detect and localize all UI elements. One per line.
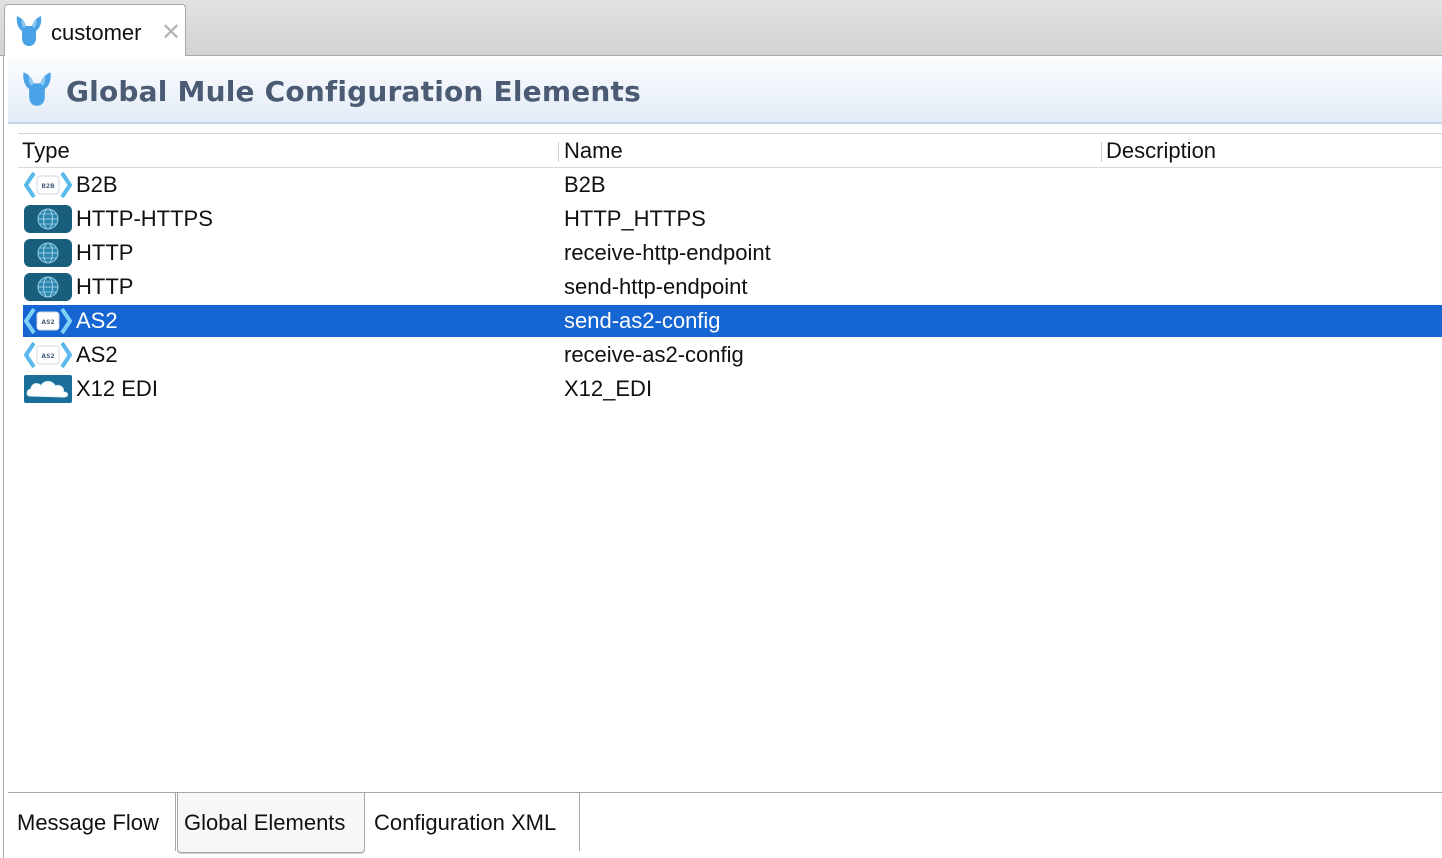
- editor-bottom-tabs: Message Flow Global Elements Configurati…: [8, 792, 1442, 858]
- mule-icon: [14, 14, 44, 53]
- cell-name: receive-as2-config: [564, 342, 744, 367]
- globe-icon: [24, 205, 72, 233]
- cell-name: B2B: [564, 172, 606, 197]
- b2b-icon: B2B: [23, 171, 73, 199]
- cell-type: HTTP: [76, 274, 134, 299]
- cell-type: AS2: [76, 308, 118, 333]
- cell-name: send-http-endpoint: [564, 274, 748, 299]
- tab-message-flow[interactable]: Message Flow: [8, 793, 176, 851]
- editor-tab-customer[interactable]: customer ✕: [4, 4, 186, 57]
- mule-icon: [20, 70, 54, 113]
- column-divider[interactable]: [1101, 142, 1102, 162]
- close-icon[interactable]: ✕: [160, 21, 182, 45]
- as2-icon: AS2: [23, 307, 73, 335]
- as2-icon: AS2: [23, 341, 73, 369]
- globe-icon: [24, 239, 72, 267]
- table-row[interactable]: X12 EDI X12_EDI: [18, 373, 1442, 405]
- cell-type: B2B: [76, 172, 118, 197]
- svg-text:AS2: AS2: [41, 353, 54, 360]
- table-row[interactable]: B2B B2B B2B: [18, 169, 1442, 201]
- cell-name: HTTP_HTTPS: [564, 206, 706, 231]
- row-selection-edge: [18, 305, 23, 337]
- table-header: Type Name Description: [18, 134, 1442, 168]
- page-title: Global Mule Configuration Elements: [66, 75, 641, 108]
- tab-label: Message Flow: [17, 810, 159, 835]
- table-row[interactable]: HTTP receive-http-endpoint: [18, 237, 1442, 269]
- cell-name: receive-http-endpoint: [564, 240, 771, 265]
- column-header-description[interactable]: Description: [1106, 138, 1216, 164]
- tab-global-elements[interactable]: Global Elements: [177, 793, 365, 853]
- tab-configuration-xml[interactable]: Configuration XML: [366, 793, 580, 851]
- cell-name: X12_EDI: [564, 376, 653, 401]
- cell-name: send-as2-config: [564, 308, 721, 333]
- cloud-icon: [24, 375, 72, 403]
- svg-text:B2B: B2B: [41, 183, 55, 190]
- global-elements-table[interactable]: Type Name Description B2B B2B B2B HTTP-H…: [18, 133, 1442, 784]
- column-header-name[interactable]: Name: [564, 138, 623, 164]
- table-row[interactable]: HTTP send-http-endpoint: [18, 271, 1442, 303]
- tab-label: Configuration XML: [374, 810, 557, 835]
- table-row[interactable]: HTTP-HTTPS HTTP_HTTPS: [18, 203, 1442, 235]
- editor-tab-bar: customer ✕: [0, 0, 1442, 57]
- cell-type: HTTP-HTTPS: [76, 206, 213, 231]
- cell-type: HTTP: [76, 240, 134, 265]
- column-divider[interactable]: [558, 142, 559, 162]
- tab-label: Global Elements: [184, 810, 346, 835]
- editor-tab-label: customer: [51, 20, 142, 45]
- table-row-selected[interactable]: AS2 AS2 send-as2-config: [18, 305, 1442, 337]
- mule-editor-window: customer ✕ Global Mule Configuration Ele…: [0, 0, 1442, 858]
- globe-icon: [24, 273, 72, 301]
- column-header-type[interactable]: Type: [22, 138, 70, 164]
- cell-type: X12 EDI: [76, 376, 158, 401]
- section-header: Global Mule Configuration Elements: [8, 60, 1442, 124]
- cell-type: AS2: [76, 342, 118, 367]
- table-row[interactable]: AS2 AS2 receive-as2-config: [18, 339, 1442, 371]
- svg-text:AS2: AS2: [41, 319, 54, 326]
